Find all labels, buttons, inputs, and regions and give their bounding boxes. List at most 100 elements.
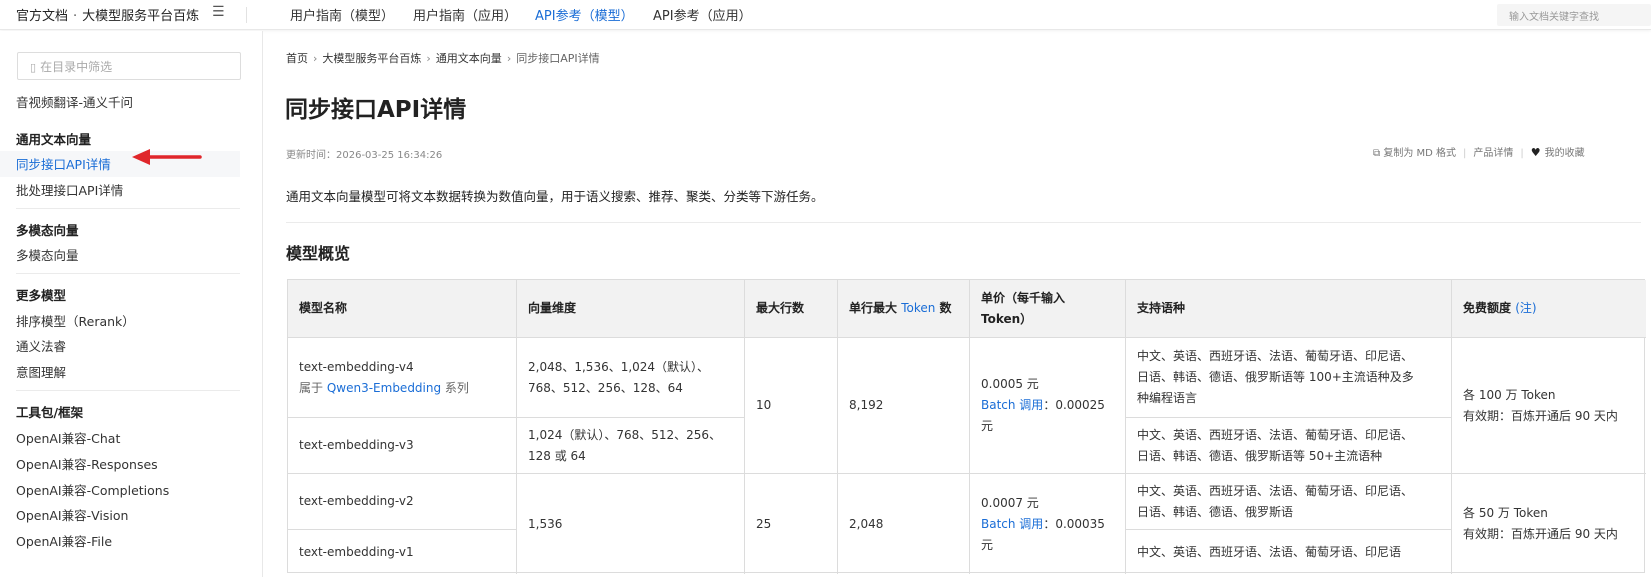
header-text: 向量维度 <box>528 301 577 315</box>
breadcrumb-current: 同步接口API详情 <box>516 52 600 65</box>
sidebar-item-intent[interactable]: 意图理解 <box>16 362 66 381</box>
langs-line: 种编程语言 <box>1137 391 1198 405</box>
sidebar-item-sync-api[interactable]: 同步接口API详情 <box>16 154 111 173</box>
dims-line: 128 或 64 <box>528 448 586 463</box>
batch-call-link[interactable]: Batch 调用 <box>981 398 1043 412</box>
breadcrumb-platform[interactable]: 大模型服务平台百炼 <box>322 52 421 65</box>
table-cell-max-tokens: 8,192 <box>838 338 970 474</box>
table-cell-max-tokens: 2,048 <box>838 474 970 574</box>
sidebar-heading-toolkit[interactable]: 工具包/框架 <box>16 402 83 421</box>
model-name: text-embedding-v2 <box>299 494 414 508</box>
page-description: 通用文本向量模型可将文本数据转换为数值向量，用于语义搜索、推荐、聚类、分类等下游… <box>286 189 824 204</box>
quota-validity: 有效期：百炼开通后 90 天内 <box>1463 527 1618 541</box>
sidebar-item-openai-completions[interactable]: OpenAI兼容-Completions <box>16 480 169 499</box>
dims-line: 768、512、256、128、64 <box>528 380 683 395</box>
batch-value: ：0.00035 <box>1043 516 1105 531</box>
table-cell-model: text-embedding-v4 属于 Qwen3-Embedding 系列 <box>288 338 517 418</box>
langs-line: 日语、韩语、德语、俄罗斯语等 100+主流语种及多 <box>1137 370 1414 384</box>
batch-price: Batch 调用：0.00035 <box>981 514 1105 535</box>
table-cell-model: text-embedding-v1 <box>288 530 517 574</box>
cell-text: 0.0007 元 Batch 调用：0.00035 元 <box>981 493 1105 556</box>
product-detail-link[interactable]: 产品详情 <box>1473 148 1513 159</box>
table-cell-langs: 中文、英语、西班牙语、法语、葡萄牙语、印尼语 <box>1126 530 1452 574</box>
langs-line: 中文、英语、西班牙语、法语、葡萄牙语、印尼语、 <box>1137 427 1414 442</box>
header-text: 单行最大 Token 数 <box>849 298 952 319</box>
site-brand[interactable]: 官方文档 · 大模型服务平台百炼 <box>16 5 199 24</box>
sidebar-item-openai-responses[interactable]: OpenAI兼容-Responses <box>16 454 158 473</box>
cell-text: 各 50 万 Token 有效期：百炼开通后 90 天内 <box>1463 503 1618 545</box>
table-cell-langs: 中文、英语、西班牙语、法语、葡萄牙语、印尼语、 日语、韩语、德语、俄罗斯语等 50… <box>1126 418 1452 474</box>
cell-text: 2,048、1,536、1,024（默认）、 768、512、256、128、64 <box>528 357 709 399</box>
sidebar-item-openai-chat[interactable]: OpenAI兼容-Chat <box>16 428 120 447</box>
token-link[interactable]: Token <box>901 301 935 315</box>
header-text: 最大行数 <box>756 301 805 315</box>
batch-value: ：0.00025 <box>1043 398 1105 412</box>
quota-amount: 各 50 万 Token <box>1463 506 1548 520</box>
qwen3-embedding-link[interactable]: Qwen3-Embedding <box>327 381 441 395</box>
batch-price: Batch 调用：0.00025 <box>981 395 1105 416</box>
model-name: text-embedding-v4 <box>299 359 414 374</box>
batch-call-link[interactable]: Batch 调用 <box>981 517 1043 531</box>
copy-icon[interactable]: ⧉ <box>1373 148 1380 159</box>
heart-icon[interactable]: ♥ <box>1531 146 1541 159</box>
table-cell-quota: 各 50 万 Token 有效期：百炼开通后 90 天内 <box>1452 474 1646 574</box>
sidebar-filter-input[interactable]: ▯ 在目录中筛选 <box>17 52 241 80</box>
sidebar-heading-text-embedding[interactable]: 通用文本向量 <box>16 129 91 148</box>
sidebar-item-batch-api[interactable]: 批处理接口API详情 <box>16 180 123 199</box>
table-cell-langs: 中文、英语、西班牙语、法语、葡萄牙语、印尼语、 日语、韩语、德语、俄罗斯语 <box>1126 474 1452 530</box>
langs-line: 日语、韩语、德语、俄罗斯语 <box>1137 504 1294 519</box>
table-cell-dims: 1,536 <box>517 474 745 574</box>
cell-text: 0.0005 元 Batch 调用：0.00025 元 <box>981 374 1105 437</box>
doc-search-input[interactable]: 输入文档关键字查找 <box>1497 4 1651 26</box>
series-pre: 属于 <box>299 380 327 395</box>
header-text-post: 数 <box>935 301 952 315</box>
site-name[interactable]: 官方文档 <box>16 9 68 24</box>
sidebar-item-audio-translation[interactable]: 音视频翻译-通义千问 <box>16 92 133 111</box>
table-cell-langs: 中文、英语、西班牙语、法语、葡萄牙语、印尼语、 日语、韩语、德语、俄罗斯语等 10… <box>1126 338 1452 418</box>
sidebar-heading-multimodal[interactable]: 多模态向量 <box>16 220 79 239</box>
model-series: 属于 Qwen3-Embedding 系列 <box>299 378 469 399</box>
header-model-name: 模型名称 <box>288 280 517 338</box>
table-cell-dims: 1,024（默认）、768、512、256、 128 或 64 <box>517 418 745 474</box>
sidebar-item-openai-vision[interactable]: OpenAI兼容-Vision <box>16 505 128 524</box>
langs-line: 日语、韩语、德语、俄罗斯语等 50+主流语种 <box>1137 448 1383 463</box>
divider <box>246 7 247 23</box>
sidebar-heading-more-models[interactable]: 更多模型 <box>16 285 66 304</box>
section-divider <box>286 222 1641 223</box>
table-cell-price: 0.0005 元 Batch 调用：0.00025 元 <box>970 338 1126 474</box>
favorites-link[interactable]: 我的收藏 <box>1545 148 1585 159</box>
nav-user-guide-app[interactable]: 用户指南（应用） <box>413 5 517 24</box>
sidebar-item-farui[interactable]: 通义法睿 <box>16 336 66 355</box>
breadcrumb-separator: › <box>426 52 431 65</box>
header-text: 单价（每千输入 Token） <box>981 288 1065 330</box>
header-text-pre: 单行最大 <box>849 301 902 315</box>
copy-md-button[interactable]: 复制为 MD 格式 <box>1383 148 1456 159</box>
series-post: 系列 <box>441 380 469 395</box>
sidebar-item-openai-file[interactable]: OpenAI兼容-File <box>16 531 112 550</box>
menu-icon[interactable]: ☰ <box>212 4 225 20</box>
breadcrumb-text-embedding[interactable]: 通用文本向量 <box>436 52 502 65</box>
cell-text: 中文、英语、西班牙语、法语、葡萄牙语、印尼语、 日语、韩语、德语、俄罗斯语等 10… <box>1137 346 1414 409</box>
header-dimensions: 向量维度 <box>517 280 745 338</box>
model-name: text-embedding-v1 <box>299 544 414 559</box>
cell-text: 中文、英语、西班牙语、法语、葡萄牙语、印尼语、 日语、韩语、德语、俄罗斯语等 50… <box>1137 425 1413 467</box>
sidebar-item-rerank[interactable]: 排序模型（Rerank） <box>16 311 135 330</box>
page-actions: ⧉ 复制为 MD 格式 | 产品详情 | ♥ 我的收藏 <box>1373 144 1585 159</box>
divider: | <box>1520 148 1524 159</box>
quota-note-link[interactable]: (注) <box>1515 301 1536 315</box>
nav-api-ref-app[interactable]: API参考（应用） <box>653 5 752 24</box>
header-max-tokens: 单行最大 Token 数 <box>838 280 970 338</box>
langs-line: 中文、英语、西班牙语、法语、葡萄牙语、印尼语、 <box>1137 349 1414 363</box>
product-name[interactable]: 大模型服务平台百炼 <box>82 9 199 24</box>
sidebar-item-multimodal-embedding[interactable]: 多模态向量 <box>16 245 79 264</box>
table-cell-model: text-embedding-v3 <box>288 418 517 474</box>
batch-unit: 元 <box>981 419 994 433</box>
table-cell-max-rows: 25 <box>745 474 838 574</box>
breadcrumb-separator: › <box>313 52 318 65</box>
cell-text: 1,024（默认）、768、512、256、 128 或 64 <box>528 425 721 467</box>
breadcrumb-home[interactable]: 首页 <box>286 52 308 65</box>
cell-value: 10 <box>756 398 772 412</box>
nav-user-guide-model[interactable]: 用户指南（模型） <box>290 5 394 24</box>
header-free-quota: 免费额度 (注) <box>1452 280 1646 338</box>
nav-api-ref-model[interactable]: API参考（模型） <box>535 5 634 24</box>
